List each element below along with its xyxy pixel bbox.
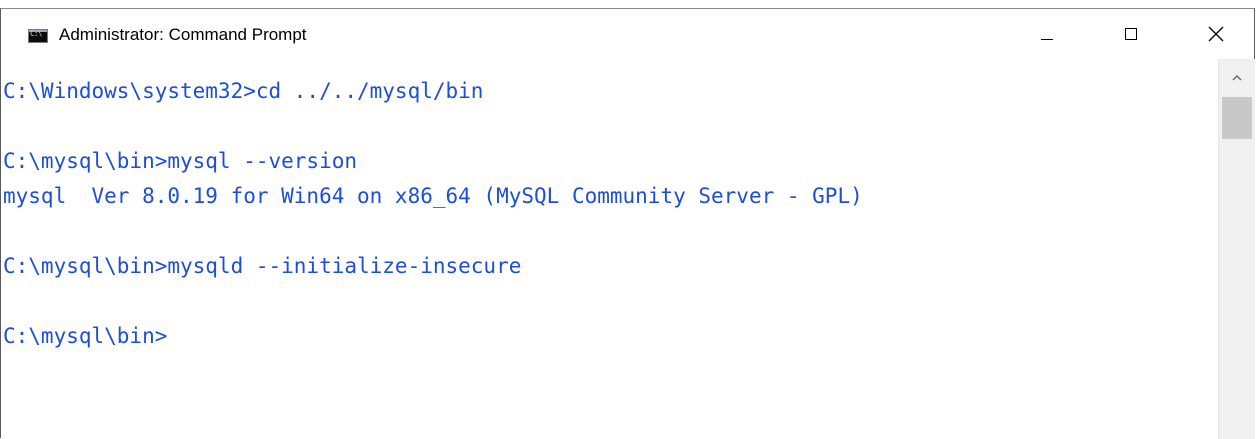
scroll-up-button[interactable] [1219, 59, 1255, 97]
console-prompt[interactable]: C:\mysql\bin> [3, 319, 863, 354]
console-output: C:\Windows\system32>cd ../../mysql/bin C:… [3, 74, 863, 354]
console-line: C:\mysql\bin>mysqld --initialize-insecur… [3, 254, 522, 278]
window-title: Administrator: Command Prompt [59, 25, 307, 44]
vertical-scrollbar[interactable] [1218, 59, 1255, 439]
minimize-icon [1041, 39, 1053, 40]
console-line: C:\Windows\system32>cd ../../mysql/bin [3, 79, 484, 103]
console-area[interactable]: C:\Windows\system32>cd ../../mysql/bin C:… [1, 59, 1216, 439]
maximize-icon [1125, 28, 1137, 40]
close-button[interactable] [1193, 9, 1239, 59]
console-line: mysql Ver 8.0.19 for Win64 on x86_64 (My… [3, 184, 863, 208]
scroll-thumb[interactable] [1222, 97, 1252, 139]
minimize-button[interactable] [1024, 9, 1070, 59]
console-line: C:\mysql\bin>mysql --version [3, 149, 358, 173]
cmd-icon: C:\ [28, 29, 48, 43]
title-bar[interactable]: C:\ Administrator: Command Prompt [1, 9, 1254, 59]
chevron-up-icon [1232, 75, 1242, 81]
close-icon [1208, 26, 1224, 42]
command-prompt-window: C:\ Administrator: Command Prompt C:\Win… [0, 8, 1255, 439]
background-window-strip [0, 0, 1257, 8]
maximize-button[interactable] [1109, 9, 1155, 59]
